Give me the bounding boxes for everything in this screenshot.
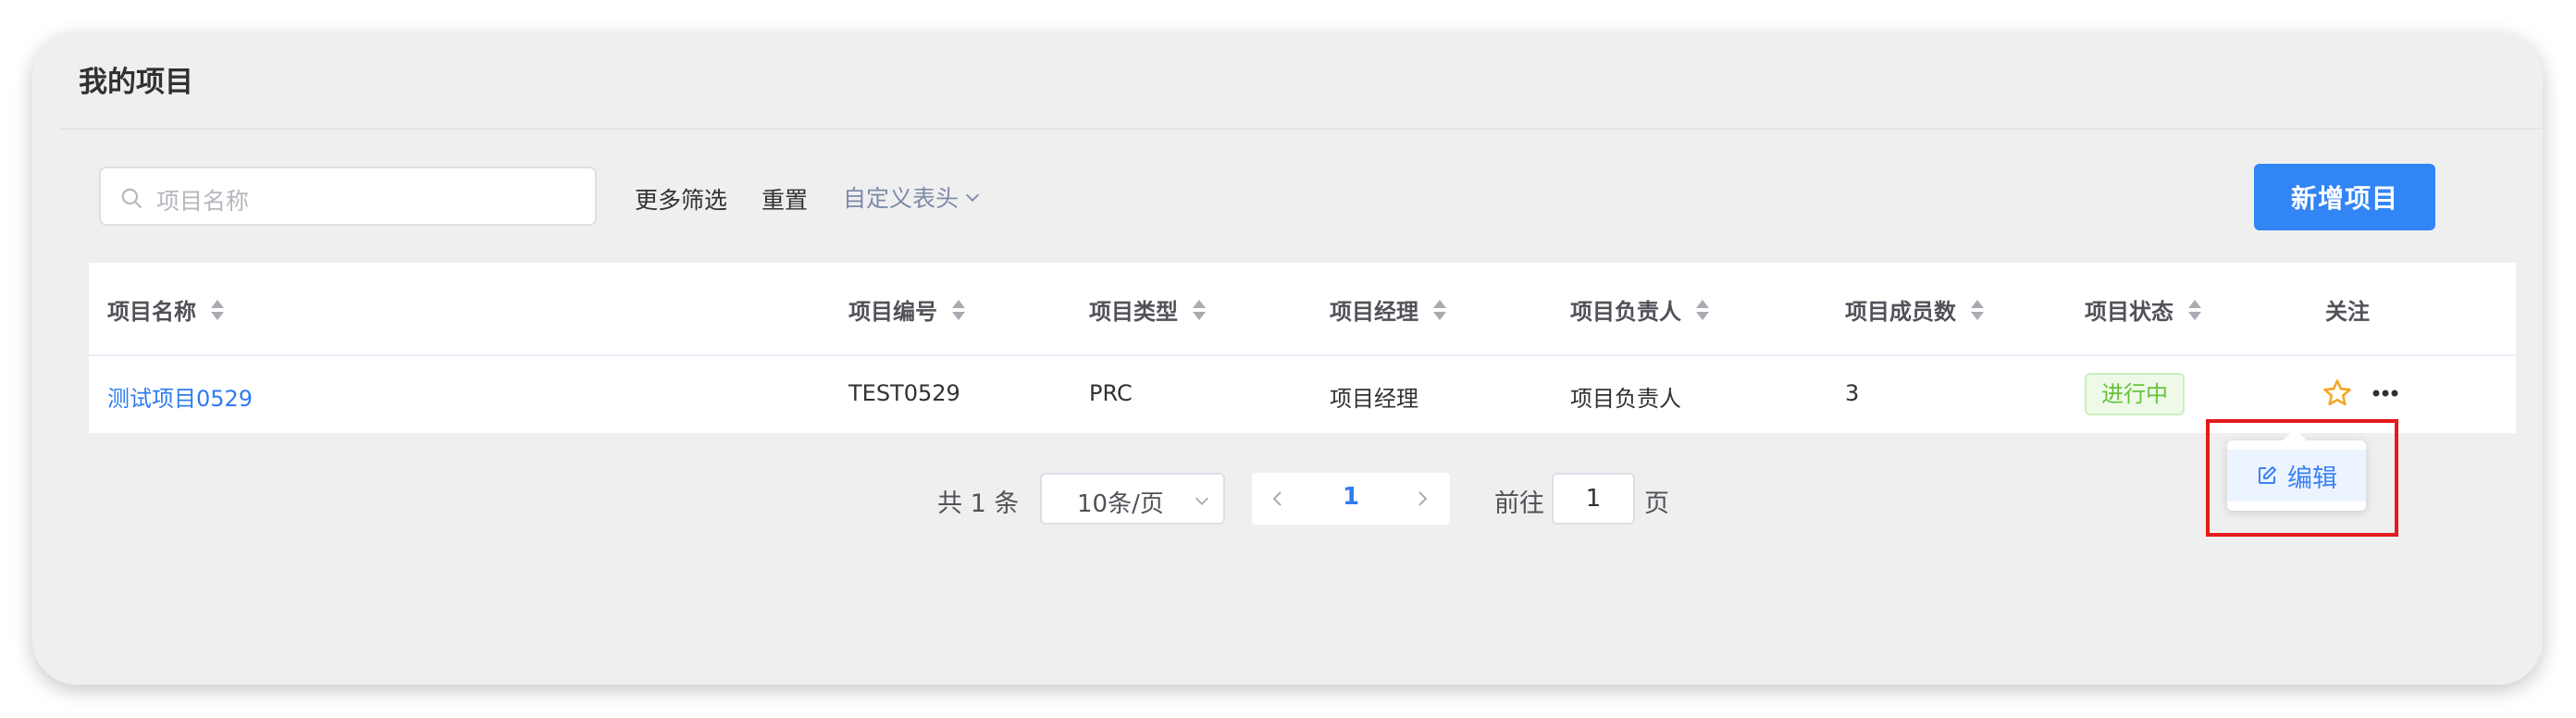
- new-project-button[interactable]: 新增项目: [2254, 164, 2435, 230]
- page-size-select[interactable]: 10条/页: [1040, 473, 1225, 525]
- column-label: 项目编号: [848, 299, 937, 325]
- more-icon[interactable]: [2369, 379, 2402, 407]
- page-title: 我的项目: [79, 66, 193, 99]
- column-label: 关注: [2325, 299, 2370, 325]
- search-placeholder: 项目名称: [156, 188, 250, 215]
- project-name-link[interactable]: 测试项目0529: [107, 380, 253, 413]
- project-card: 我的项目 项目名称 更多筛选 重置 自定义表头 新增项目 项目名称 项目编号 项…: [32, 32, 2543, 685]
- project-table: 项目名称 项目编号 项目类型 项目经理 项目负责人 项目成员数 项目状态 关注 …: [89, 263, 2516, 433]
- project-code-cell: TEST0529: [848, 380, 960, 406]
- column-label: 项目成员数: [1845, 299, 1956, 325]
- table-row: 测试项目0529 TEST0529 PRC 项目经理 项目负责人 3 进行中: [89, 356, 2516, 433]
- column-header-members[interactable]: 项目成员数: [1845, 293, 1986, 326]
- column-label: 项目名称: [107, 299, 196, 325]
- chevron-right-icon[interactable]: [1411, 488, 1433, 510]
- goto-page-input[interactable]: 1: [1552, 473, 1635, 525]
- column-header-status[interactable]: 项目状态: [2085, 293, 2203, 326]
- chevron-left-icon[interactable]: [1267, 488, 1289, 510]
- column-header-name[interactable]: 项目名称: [107, 293, 226, 326]
- column-label: 项目负责人: [1570, 299, 1681, 325]
- project-owner-cell: 项目负责人: [1570, 386, 1681, 412]
- project-members-cell: 3: [1845, 380, 1860, 406]
- goto-label: 前往: [1494, 489, 1544, 518]
- sort-icon[interactable]: [1191, 298, 1208, 322]
- goto-unit: 页: [1644, 489, 1669, 518]
- column-label: 项目经理: [1330, 299, 1418, 325]
- sort-icon[interactable]: [2186, 298, 2203, 322]
- search-input[interactable]: 项目名称: [99, 167, 597, 226]
- title-divider: [60, 128, 2543, 130]
- column-label: 项目状态: [2085, 299, 2174, 325]
- page-size-value: 10条/页: [1077, 490, 1164, 518]
- custom-header-button[interactable]: 自定义表头: [843, 180, 983, 214]
- sort-icon[interactable]: [950, 298, 967, 322]
- sort-icon[interactable]: [1431, 298, 1448, 322]
- page-number-current[interactable]: 1: [1343, 483, 1359, 511]
- sort-icon[interactable]: [1694, 298, 1711, 322]
- pager: 1: [1252, 473, 1450, 525]
- status-badge: 进行中: [2085, 373, 2185, 415]
- column-header-follow: 关注: [2325, 293, 2370, 326]
- sort-icon[interactable]: [1969, 298, 1986, 322]
- chevron-down-icon: [965, 193, 980, 202]
- column-header-owner[interactable]: 项目负责人: [1570, 293, 1711, 326]
- column-header-manager[interactable]: 项目经理: [1330, 293, 1448, 326]
- chevron-down-icon: [1195, 497, 1209, 505]
- custom-header-label: 自定义表头: [843, 185, 960, 212]
- reset-button[interactable]: 重置: [762, 182, 808, 216]
- table-header: 项目名称 项目编号 项目类型 项目经理 项目负责人 项目成员数 项目状态 关注: [89, 263, 2516, 356]
- column-header-type[interactable]: 项目类型: [1089, 293, 1208, 326]
- star-icon[interactable]: [2322, 378, 2353, 409]
- sort-icon[interactable]: [209, 298, 226, 322]
- column-label: 项目类型: [1089, 299, 1178, 325]
- project-manager-cell: 项目经理: [1330, 386, 1418, 412]
- more-filters-button[interactable]: 更多筛选: [635, 182, 727, 216]
- highlight-box: [2206, 419, 2398, 537]
- project-type-cell: PRC: [1089, 380, 1133, 406]
- column-header-code[interactable]: 项目编号: [848, 293, 967, 326]
- search-icon: [121, 188, 142, 208]
- pagination-total: 共 1 条: [937, 489, 1020, 518]
